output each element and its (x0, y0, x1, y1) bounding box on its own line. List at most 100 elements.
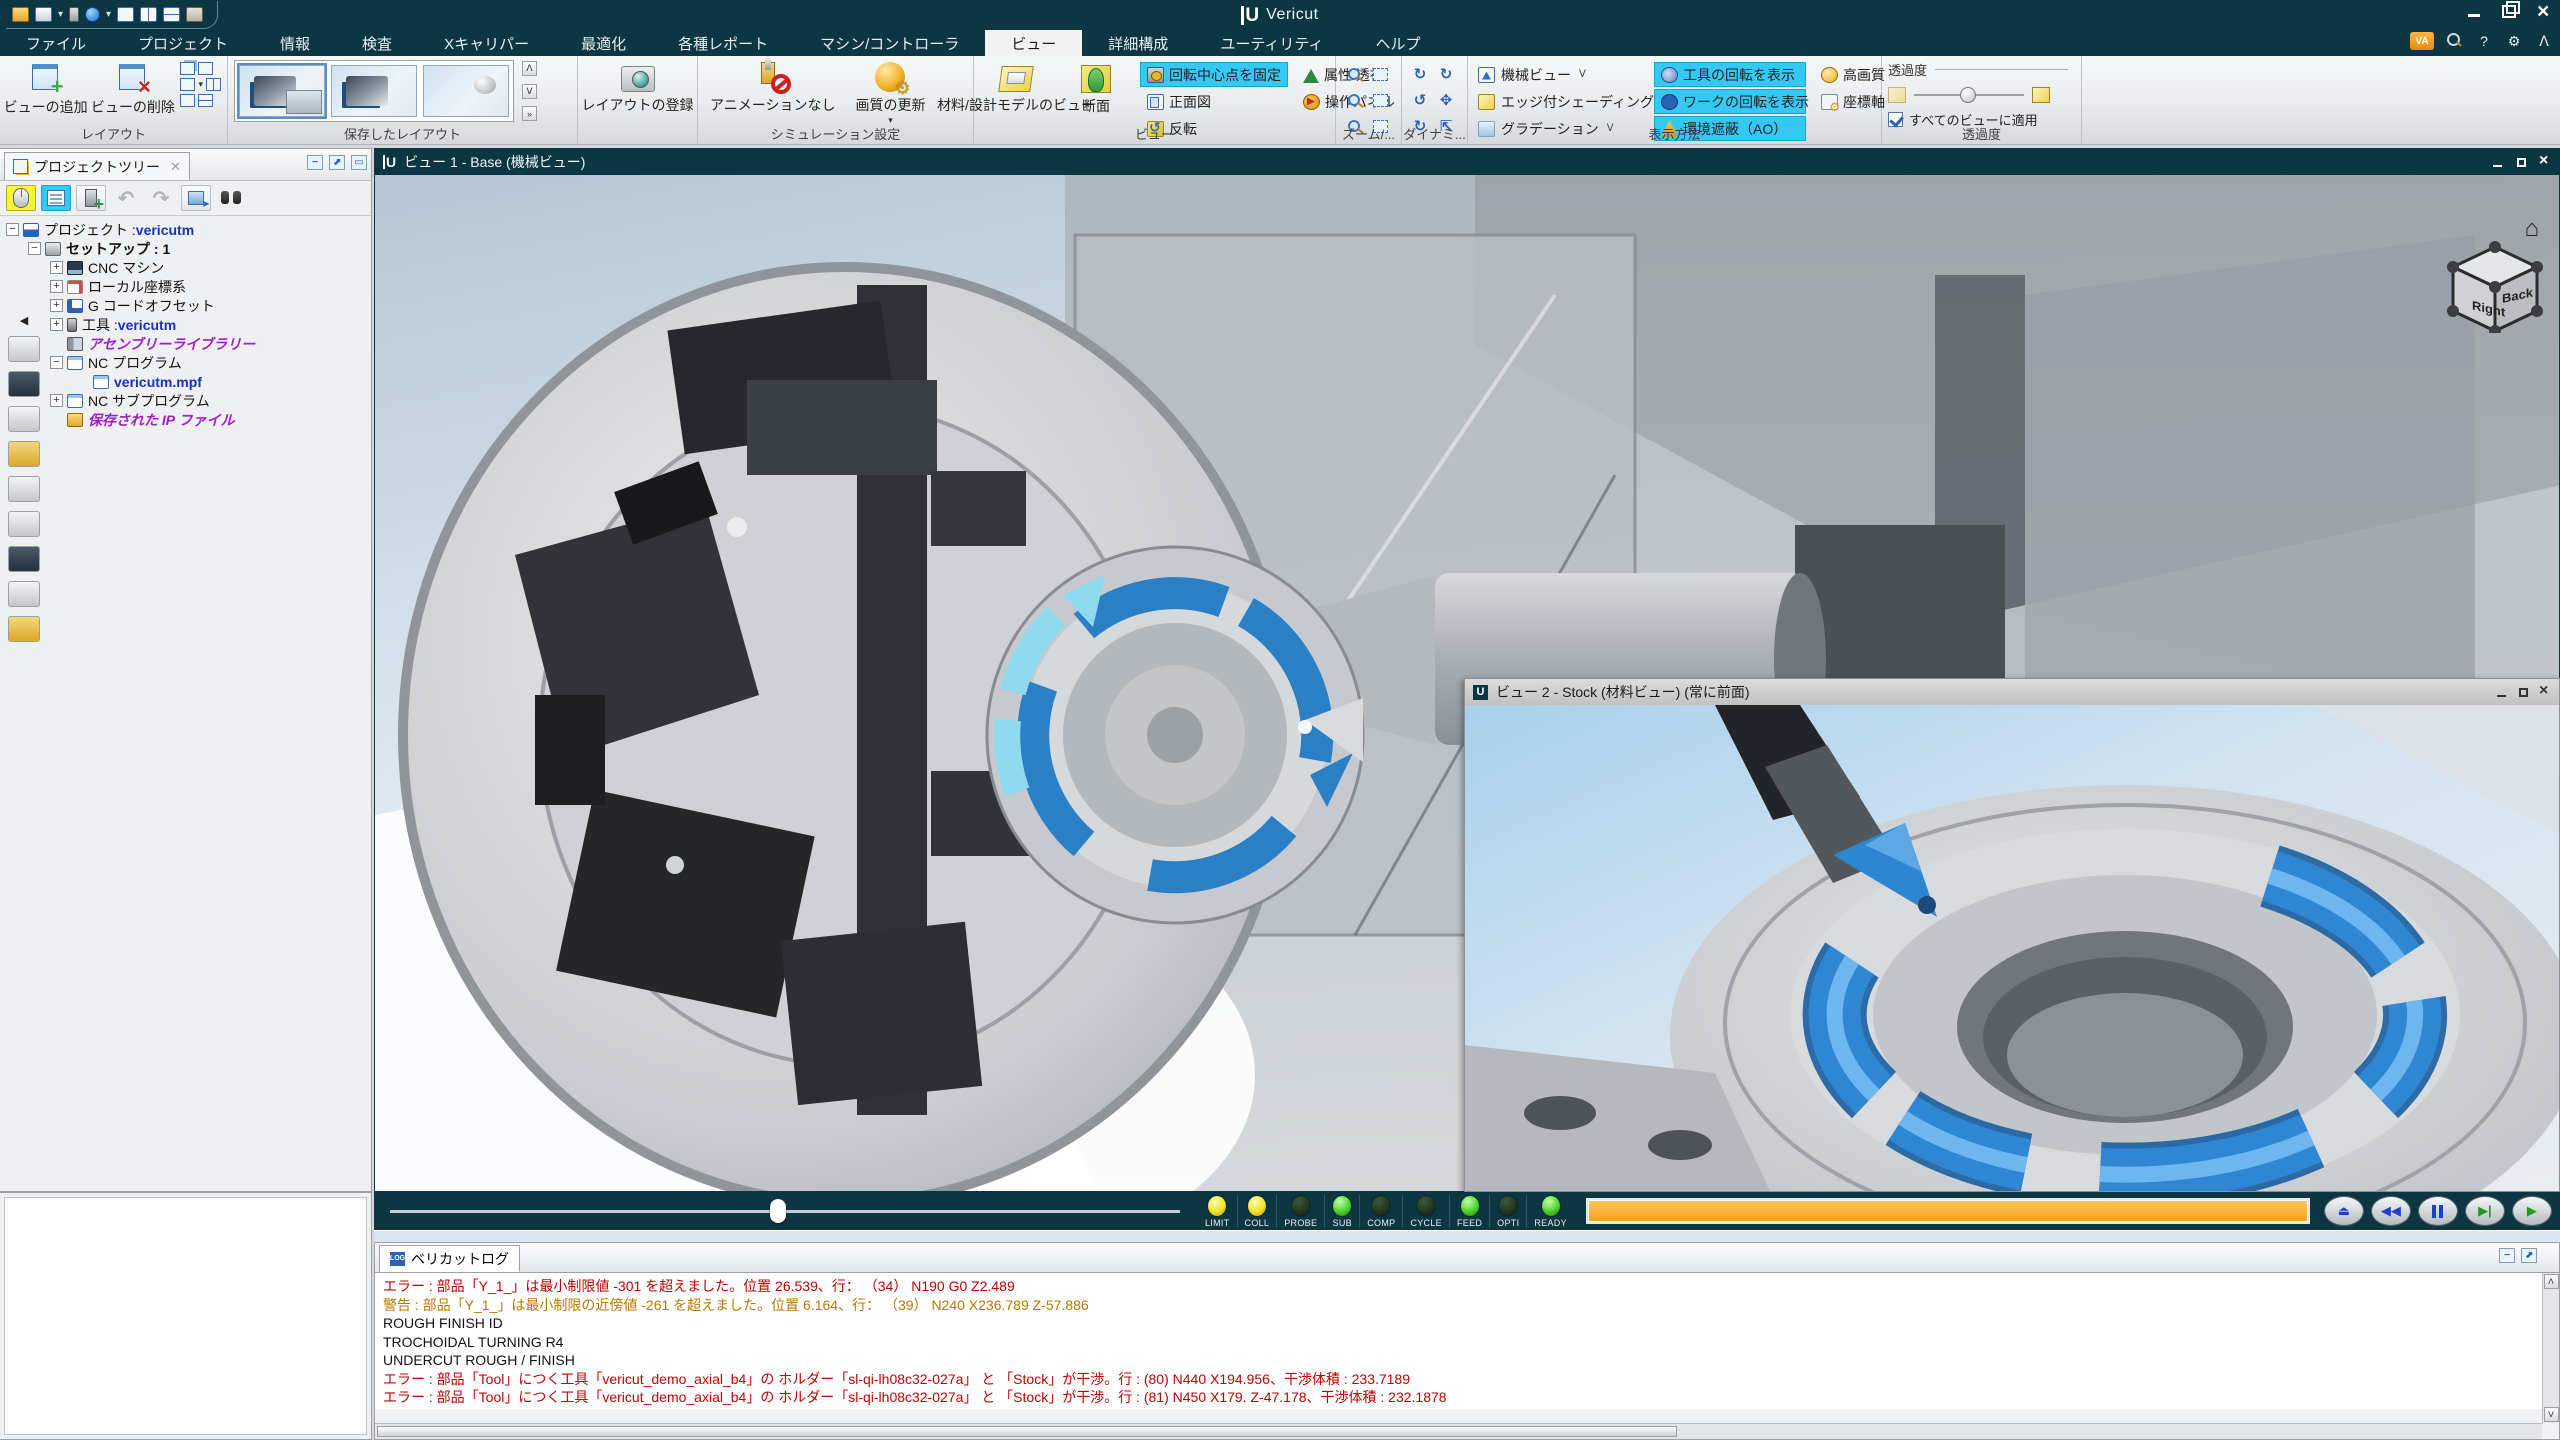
zoom-window-icon[interactable] (1342, 62, 1366, 86)
mouse-mode-button[interactable] (6, 185, 36, 211)
fix-rotation-center-toggle[interactable]: 回転中心点を固定 (1140, 62, 1288, 87)
saved-layout-thumb-3[interactable] (423, 65, 509, 117)
layout-hsplit-icon[interactable] (163, 7, 180, 22)
simulation-progress-slider[interactable] (390, 1198, 1180, 1224)
refresh-quality-button[interactable]: 画質の更新 ▾ (849, 60, 931, 128)
redo-button[interactable]: ↷ (146, 185, 176, 211)
scroll-up-icon[interactable]: ᐱ (2544, 1274, 2559, 1289)
machine-strip-icon[interactable] (8, 406, 40, 432)
tree-row-project[interactable]: − プロジェクト : vericutm (6, 220, 369, 239)
save-dropdown-icon[interactable]: ▾ (58, 10, 63, 20)
transparency-slider[interactable] (1914, 87, 2024, 103)
tree-row-local-csys[interactable]: + ローカル座標系 (6, 277, 369, 296)
info-icon[interactable] (85, 7, 100, 22)
panel-float-button[interactable]: ⬈ (329, 155, 345, 170)
thumb-expand-button[interactable]: » (522, 106, 537, 121)
gcode-strip-icon[interactable] (8, 546, 40, 572)
library-strip-icon[interactable] (8, 581, 40, 607)
menu-xcaliper[interactable]: Xキャリパー (418, 30, 555, 56)
window-close-button[interactable] (2534, 4, 2552, 20)
settings-gear-icon[interactable]: ⚙ (2504, 32, 2524, 50)
rotate-y-icon[interactable]: ↺ (1408, 88, 1432, 112)
menu-reports[interactable]: 各種レポート (652, 30, 794, 56)
view1-close-button[interactable] (2538, 157, 2551, 168)
view-cube[interactable]: ⌂ Right Back (2445, 215, 2545, 335)
properties-form-button[interactable] (41, 185, 71, 211)
open-project-icon[interactable] (12, 7, 29, 22)
ip-file-strip-icon[interactable] (8, 616, 40, 642)
window-restore-button[interactable] (2500, 4, 2518, 20)
search-tree-button[interactable] (216, 185, 246, 211)
close-tab-icon[interactable]: ✕ (170, 159, 181, 175)
info-dropdown-icon[interactable]: ▾ (106, 10, 111, 20)
log-float-button[interactable]: ⬈ (2521, 1248, 2537, 1263)
save-project-icon[interactable] (35, 7, 52, 22)
tree-row-saved-ip[interactable]: 保存された IP ファイル (6, 410, 369, 429)
register-layout-button[interactable]: レイアウトの登録 (584, 60, 691, 117)
view2-minimize-button[interactable] (2496, 687, 2509, 698)
tree-row-nc-program[interactable]: − NC プログラム (6, 353, 369, 372)
saved-layout-thumb-1[interactable] (239, 65, 325, 117)
rewind-button[interactable]: ◀◀ (2371, 1196, 2411, 1226)
add-tool-button[interactable] (76, 185, 106, 211)
machine-view-dropdown[interactable]: 機械ビュー ᐯ (1474, 62, 1646, 87)
view2-titlebar[interactable]: U ビュー 2 - Stock (材料ビュー) (常に前面) (1465, 679, 2559, 705)
zoom-reset-icon[interactable] (1368, 62, 1392, 86)
menu-configuration[interactable]: 詳細構成 (1082, 30, 1194, 56)
rewind-to-start-button[interactable]: ⏏ (2324, 1196, 2364, 1226)
project-tree-tab[interactable]: プロジェクトツリー ✕ (4, 152, 190, 180)
cascade-windows-icon[interactable] (180, 62, 195, 75)
view2-3d-viewport[interactable] (1465, 705, 2559, 1191)
coordinate-axes-button[interactable]: 座標軸 (1814, 89, 1892, 114)
rotate-xy-icon[interactable]: ↻ (1434, 62, 1458, 86)
tile-dropdown-icon[interactable]: ▾ (198, 79, 203, 90)
pause-button[interactable] (2418, 1196, 2458, 1226)
tile-windows-icon[interactable] (180, 78, 195, 91)
menu-optimize[interactable]: 最適化 (555, 30, 652, 56)
tree-row-nc-subprogram[interactable]: + NC サブプログラム (6, 391, 369, 410)
stack-windows-icon[interactable] (180, 94, 195, 107)
menu-view[interactable]: ビュー (985, 30, 1082, 56)
reset-layout-icon[interactable] (186, 7, 203, 22)
log-horizontal-scrollbar[interactable] (375, 1423, 2542, 1439)
window-minimize-button[interactable] (2466, 4, 2484, 20)
panel-maximize-button[interactable]: ▭ (351, 155, 367, 170)
add-view-button[interactable]: + ビューの追加 (6, 60, 85, 119)
menu-utilities[interactable]: ユーティリティ (1194, 30, 1349, 56)
pan-icon[interactable]: ✥ (1434, 88, 1458, 112)
stock-design-view-button[interactable]: 材料/設計モデルのビュー (980, 60, 1052, 117)
front-view-button[interactable]: 正面図 (1140, 89, 1288, 114)
step-forward-button[interactable]: ▶| (2465, 1196, 2505, 1226)
layout-single-icon[interactable] (117, 7, 134, 22)
measure-icon[interactable] (8, 476, 40, 502)
help-icon[interactable]: ? (2474, 32, 2494, 50)
menu-inspect[interactable]: 検査 (336, 30, 418, 56)
vertical-split-icon[interactable] (206, 78, 221, 91)
tree-row-gcode-offset[interactable]: + G コードオフセット (6, 296, 369, 315)
view2-restore-button[interactable] (2517, 687, 2530, 698)
tree-row-assembly-library[interactable]: アセンブリーライブラリー (6, 334, 369, 353)
view1-titlebar[interactable]: U ビュー 1 - Base (機械ビュー) (375, 149, 2559, 175)
zoom-in-icon[interactable] (1342, 88, 1366, 112)
menu-help[interactable]: ヘルプ (1350, 30, 1447, 56)
tool-manager-icon[interactable] (69, 7, 79, 22)
view1-minimize-button[interactable] (2492, 157, 2505, 168)
slider-thumb[interactable] (770, 1199, 786, 1223)
assistant-icon[interactable]: VA (2410, 32, 2434, 50)
collapse-ribbon-icon[interactable]: ᐱ (2534, 32, 2554, 50)
undo-button[interactable]: ↶ (111, 185, 141, 211)
view2-close-button[interactable] (2538, 687, 2551, 698)
thumb-scroll-up-button[interactable]: ᐱ (522, 61, 537, 76)
layout-two-pane-icon[interactable] (140, 7, 157, 22)
play-button[interactable]: ▶ (2512, 1196, 2552, 1226)
control-panel-strip-icon[interactable] (8, 371, 40, 397)
show-work-rotation-toggle[interactable]: ワークの回転を表示 (1654, 89, 1806, 114)
rotate-x-icon[interactable]: ↻ (1408, 62, 1432, 86)
home-view-icon[interactable]: ⌂ (2525, 215, 2540, 243)
menu-machine-controller[interactable]: マシン/コントローラ (794, 30, 985, 56)
menu-project[interactable]: プロジェクト (112, 30, 254, 56)
tree-row-cnc-machine[interactable]: + CNC マシン (6, 258, 369, 277)
show-tool-rotation-toggle[interactable]: 工具の回転を表示 (1654, 62, 1806, 87)
view1-maximize-button[interactable] (2515, 157, 2528, 168)
section-button[interactable]: 断面 (1060, 60, 1132, 118)
